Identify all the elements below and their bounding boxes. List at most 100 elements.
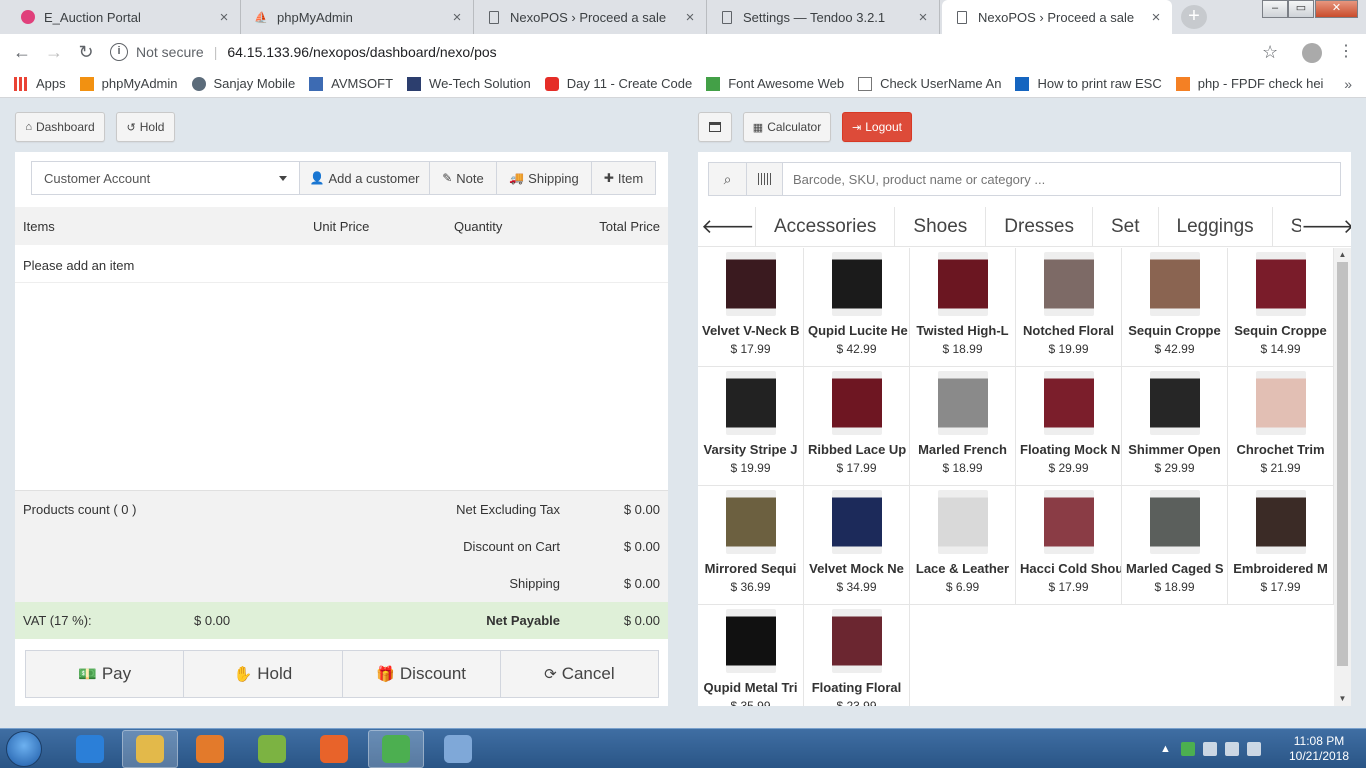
browser-tab[interactable]: E_Auction Portal × (8, 0, 241, 34)
close-icon[interactable]: × (449, 9, 465, 26)
hold-button[interactable]: ✋ Hold (183, 650, 343, 698)
bookmark-item[interactable]: How to print raw ESC (1015, 76, 1162, 91)
bookmark-item[interactable]: We-Tech Solution (407, 76, 531, 91)
logout-button[interactable]: ⇥ Logout (842, 112, 912, 142)
category-item[interactable]: Shoes (894, 207, 985, 246)
back-arrow-icon[interactable]: ← (10, 40, 34, 64)
taskbar-app[interactable] (430, 730, 486, 768)
profile-avatar[interactable] (1302, 43, 1322, 63)
bookmark-item[interactable]: Sanjay Mobile (191, 76, 295, 91)
product-price: $ 42.99 (1154, 342, 1195, 356)
taskbar-app[interactable] (122, 730, 178, 768)
scrollbar-thumb[interactable] (1337, 262, 1348, 666)
hold-orders-button[interactable]: ↺ Hold (116, 112, 175, 142)
pay-button[interactable]: 💵 Pay (25, 650, 185, 698)
tray-expand-icon[interactable]: ▲ (1160, 743, 1171, 755)
product-card[interactable]: Velvet V-Neck B $ 17.99 (698, 248, 804, 367)
clock[interactable]: 11:08 PM 10/21/2018 (1284, 734, 1354, 764)
category-item[interactable]: Set (1091, 207, 1158, 246)
forward-arrow-icon[interactable]: → (42, 40, 66, 64)
product-search-input[interactable] (783, 163, 1340, 195)
search-icon[interactable]: ⌕ (709, 163, 747, 195)
menu-kebab-icon[interactable]: ⋮ (1338, 41, 1354, 61)
close-icon[interactable]: × (1148, 9, 1164, 26)
taskbar-app[interactable] (62, 730, 118, 768)
product-card[interactable]: Marled Caged S $ 18.99 (1122, 486, 1228, 605)
net-payable-label: Net Payable (486, 613, 560, 628)
network-icon[interactable] (1224, 742, 1239, 756)
close-icon[interactable]: × (915, 9, 931, 26)
category-item[interactable]: Leggings (1157, 207, 1272, 246)
scroll-down-icon[interactable]: ▼ (1334, 692, 1351, 706)
new-tab-button[interactable]: + (1181, 5, 1207, 29)
category-item[interactable]: Accessories (755, 207, 894, 246)
bookmark-item[interactable]: Check UserName An (858, 76, 1001, 91)
product-card[interactable]: Marled French $ 18.99 (910, 367, 1016, 486)
close-icon[interactable]: × (216, 9, 232, 26)
fullscreen-button[interactable] (698, 112, 732, 142)
reload-icon[interactable]: ↻ (74, 40, 98, 64)
tray-flag-icon[interactable] (1202, 742, 1217, 756)
product-card[interactable]: Sequin Croppe $ 42.99 (1122, 248, 1228, 367)
start-button[interactable] (6, 731, 42, 767)
maximize-button[interactable]: ▭ (1288, 0, 1314, 18)
product-card[interactable]: Velvet Mock Ne $ 34.99 (804, 486, 910, 605)
browser-tab[interactable]: NexoPOS › Proceed a sale × (474, 0, 707, 34)
hold-label: Hold (139, 120, 165, 134)
taskbar-app[interactable] (182, 730, 238, 768)
product-card[interactable]: Chrochet Trim $ 21.99 (1228, 367, 1334, 486)
arrow-right-icon[interactable]: 🡒 (1301, 207, 1351, 246)
url-text[interactable]: 64.15.133.96/nexopos/dashboard/nexo/pos (227, 44, 496, 60)
dashboard-button[interactable]: ⌂ Dashboard (15, 112, 105, 142)
customer-select[interactable]: Customer Account (32, 162, 300, 194)
add-item-button[interactable]: ✚ Item (592, 162, 655, 194)
barcode-icon[interactable] (747, 163, 783, 195)
note-button[interactable]: ✎ Note (430, 162, 497, 194)
arrow-left-icon[interactable]: 🡐 (701, 207, 755, 246)
product-card[interactable]: Qupid Lucite He $ 42.99 (804, 248, 910, 367)
product-card[interactable]: Floating Mock N $ 29.99 (1016, 367, 1122, 486)
taskbar-app[interactable] (244, 730, 300, 768)
product-card[interactable]: Varsity Stripe J $ 19.99 (698, 367, 804, 486)
bookmark-item[interactable]: Day 11 - Create Code (544, 76, 692, 91)
product-card[interactable]: Embroidered M $ 17.99 (1228, 486, 1334, 605)
shipping-button[interactable]: 🚚 Shipping (497, 162, 592, 194)
minimize-button[interactable]: – (1262, 0, 1288, 18)
product-card[interactable]: Notched Floral $ 19.99 (1016, 248, 1122, 367)
browser-tab[interactable]: ⛵ phpMyAdmin × (241, 0, 474, 34)
bookmark-item[interactable]: AVMSOFT (309, 76, 393, 91)
bookmarks-overflow-icon[interactable]: » (1344, 76, 1352, 92)
product-card[interactable]: Hacci Cold Shou $ 17.99 (1016, 486, 1122, 605)
taskbar-app[interactable] (368, 730, 424, 768)
bookmark-item[interactable]: Font Awesome Web (706, 76, 844, 91)
product-card[interactable]: Qupid Metal Tri $ 35.99 (698, 605, 804, 706)
star-icon[interactable]: ☆ (1262, 42, 1278, 63)
discount-button[interactable]: 🎁 Discount (341, 650, 501, 698)
tray-app-icon[interactable] (1180, 742, 1195, 756)
product-grid-scrollbar[interactable]: ▲ ▼ (1334, 248, 1351, 706)
browser-tab[interactable]: Settings — Tendoo 3.2.1 × (707, 0, 940, 34)
scroll-up-icon[interactable]: ▲ (1334, 248, 1351, 262)
close-icon[interactable]: × (682, 9, 698, 26)
product-card[interactable]: Sequin Croppe $ 14.99 (1228, 248, 1334, 367)
bookmark-item[interactable]: php - FPDF check hei (1175, 76, 1323, 91)
product-card[interactable]: Mirrored Sequi $ 36.99 (698, 486, 804, 605)
bookmark-apps[interactable]: Apps (14, 76, 66, 91)
info-icon[interactable]: i (110, 43, 128, 61)
volume-icon[interactable] (1246, 742, 1261, 756)
window-close-button[interactable]: ✕ (1315, 0, 1358, 18)
product-card[interactable]: Lace & Leather $ 6.99 (910, 486, 1016, 605)
product-card[interactable]: Shimmer Open $ 29.99 (1122, 367, 1228, 486)
product-card[interactable]: Floating Floral $ 23.99 (804, 605, 910, 706)
cancel-button[interactable]: ⟳ Cancel (499, 650, 659, 698)
browser-tab-active[interactable]: NexoPOS › Proceed a sale × (942, 0, 1172, 34)
product-card[interactable]: Twisted High-L $ 18.99 (910, 248, 1016, 367)
bookmark-label: Check UserName An (880, 76, 1002, 91)
category-item[interactable]: Dresses (985, 207, 1092, 246)
taskbar-app[interactable] (306, 730, 362, 768)
bookmark-item[interactable]: phpMyAdmin (79, 76, 178, 91)
product-card[interactable]: Ribbed Lace Up $ 17.99 (804, 367, 910, 486)
add-customer-button[interactable]: 👤 Add a customer (300, 162, 430, 194)
calculator-button[interactable]: ▦ Calculator (743, 112, 831, 142)
omnibox[interactable]: i Not secure | 64.15.133.96/nexopos/dash… (110, 38, 1296, 66)
